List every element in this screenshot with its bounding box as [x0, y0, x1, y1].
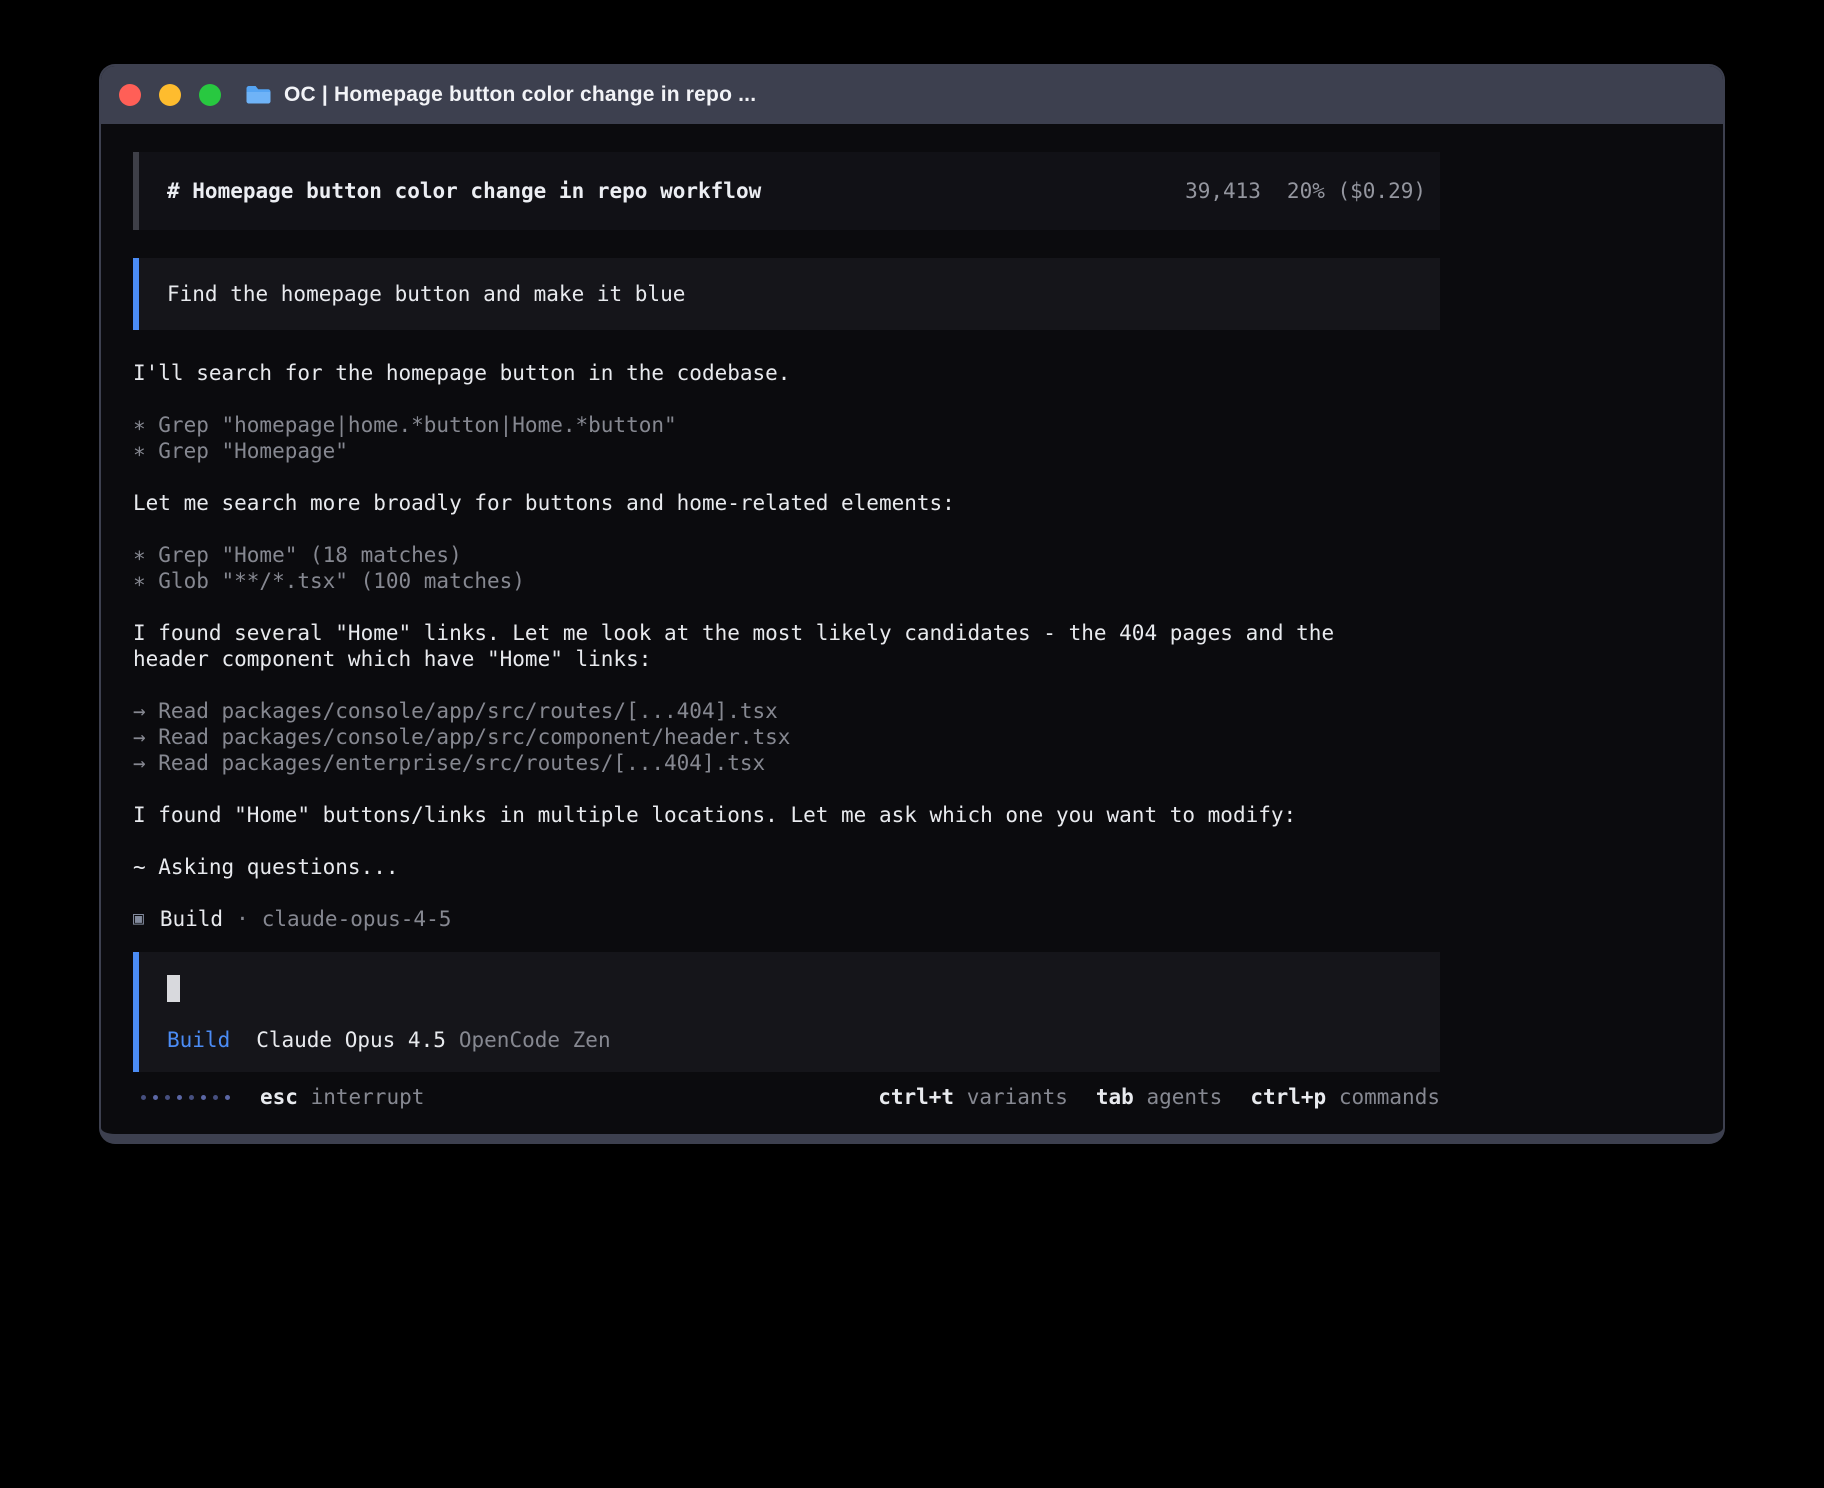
- conversation: I'll search for the homepage button in t…: [133, 360, 1440, 932]
- hint-key: ctrl+p: [1250, 1085, 1339, 1109]
- hint-interrupt: escinterrupt: [260, 1084, 424, 1110]
- tool-call-line: ∗ Grep "Home" (18 matches): [133, 542, 1440, 568]
- agent-name: Build: [160, 906, 223, 932]
- titlebar[interactable]: OC | Homepage button color change in rep…: [101, 66, 1723, 124]
- status-bar: escinterrupt ctrl+tvariants tabagents ct…: [133, 1084, 1440, 1110]
- tool-call-line: → Read packages/console/app/src/routes/[…: [133, 698, 1440, 724]
- text-cursor: [167, 975, 180, 1002]
- context-usage: 20% ($0.29): [1287, 178, 1426, 204]
- zoom-button[interactable]: [199, 84, 221, 106]
- hint-label: variants: [967, 1085, 1068, 1109]
- token-count: 39,413: [1185, 178, 1261, 204]
- tool-call-line: ∗ Glob "**/*.tsx" (100 matches): [133, 568, 1440, 594]
- hint-agents: tabagents: [1096, 1084, 1222, 1110]
- spinner-dots: [141, 1095, 230, 1100]
- minimize-button[interactable]: [159, 84, 181, 106]
- input-mode-badge: Build: [167, 1027, 230, 1053]
- user-message: Find the homepage button and make it blu…: [133, 258, 1440, 330]
- tool-call-line: → Read packages/console/app/src/componen…: [133, 724, 1440, 750]
- terminal-body: # Homepage button color change in repo w…: [101, 124, 1723, 1134]
- folder-icon: [245, 84, 272, 106]
- status-bar-right: ctrl+tvariants tabagents ctrl+pcommands: [878, 1084, 1440, 1110]
- hint-label: agents: [1146, 1085, 1222, 1109]
- session-header: # Homepage button color change in repo w…: [133, 152, 1440, 230]
- agent-model: claude-opus-4-5: [262, 906, 452, 932]
- hint-variants: ctrl+tvariants: [878, 1084, 1068, 1110]
- assistant-text: I'll search for the homepage button in t…: [133, 360, 1383, 386]
- input-meta: Build Claude Opus 4.5 OpenCode Zen: [167, 1027, 1412, 1053]
- assistant-text: I found "Home" buttons/links in multiple…: [133, 802, 1383, 828]
- agent-separator: ·: [236, 906, 249, 932]
- tool-call-line: ∗ Grep "Homepage": [133, 438, 1440, 464]
- input-provider-name: OpenCode Zen: [459, 1027, 611, 1053]
- agent-status-row: ▣ Build · claude-opus-4-5: [133, 906, 1440, 932]
- tool-call-group: ∗ Grep "homepage|home.*button|Home.*butt…: [133, 412, 1440, 464]
- hint-label: interrupt: [311, 1085, 425, 1109]
- terminal-window: OC | Homepage button color change in rep…: [99, 64, 1725, 1144]
- hint-key: esc: [260, 1085, 311, 1109]
- tool-call-group: ∗ Grep "Home" (18 matches) ∗ Glob "**/*.…: [133, 542, 1440, 594]
- window-title: OC | Homepage button color change in rep…: [284, 83, 756, 107]
- hint-key: tab: [1096, 1085, 1147, 1109]
- status-bar-left: escinterrupt: [141, 1084, 424, 1110]
- tool-call-group: → Read packages/console/app/src/routes/[…: [133, 698, 1440, 776]
- tool-call-line: ∗ Grep "homepage|home.*button|Home.*butt…: [133, 412, 1440, 438]
- assistant-text: Let me search more broadly for buttons a…: [133, 490, 1383, 516]
- prompt-input[interactable]: Build Claude Opus 4.5 OpenCode Zen: [133, 952, 1440, 1072]
- close-button[interactable]: [119, 84, 141, 106]
- assistant-status-text: ~ Asking questions...: [133, 854, 1383, 880]
- hint-label: commands: [1339, 1085, 1440, 1109]
- input-model-name: Claude Opus 4.5: [256, 1027, 446, 1053]
- traffic-lights: [119, 84, 221, 106]
- assistant-text: I found several "Home" links. Let me loo…: [133, 620, 1383, 672]
- hint-key: ctrl+t: [878, 1085, 967, 1109]
- session-title: # Homepage button color change in repo w…: [167, 178, 761, 204]
- hint-commands: ctrl+pcommands: [1250, 1084, 1440, 1110]
- tool-call-line: → Read packages/enterprise/src/routes/[.…: [133, 750, 1440, 776]
- agent-square-icon: ▣: [133, 906, 144, 932]
- user-message-text: Find the homepage button and make it blu…: [167, 281, 685, 307]
- session-stats: 39,413 20% ($0.29): [1185, 178, 1426, 204]
